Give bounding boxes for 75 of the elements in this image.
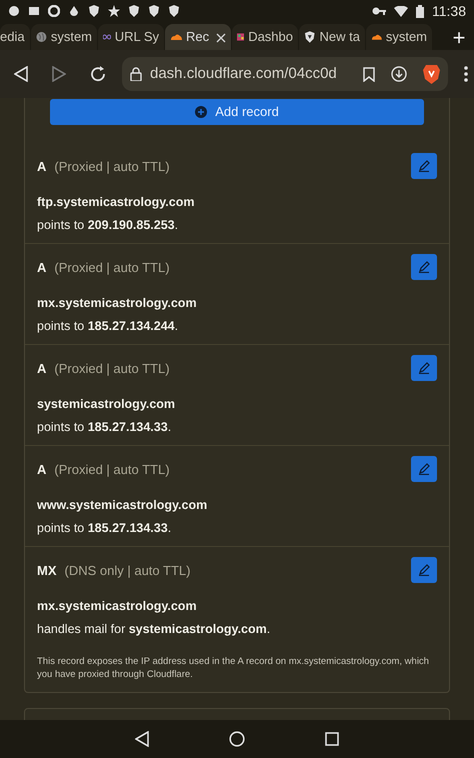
- edit-button[interactable]: [411, 153, 437, 179]
- address-field[interactable]: dash.cloudflare.com/04cc0d: [122, 57, 448, 91]
- browser-tab[interactable]: New ta: [299, 24, 365, 50]
- browser-tab[interactable]: edia: [0, 24, 30, 50]
- pencil-icon: [418, 160, 430, 172]
- status-time: 11:38: [432, 2, 466, 20]
- lock-icon: [130, 67, 142, 81]
- pencil-icon: [418, 261, 430, 273]
- record-type: MX: [37, 562, 56, 580]
- badge-icon: [168, 5, 180, 17]
- record-note: This record exposes the IP address used in the A record on mx.systemicastrology.com, which you have proxied through Cloudflare.: [37, 654, 430, 682]
- drop-icon: [68, 5, 80, 17]
- record-type: A: [37, 259, 46, 277]
- record-mode: (DNS only | auto TTL): [64, 562, 190, 580]
- record-host: mx.systemicastrology.com: [37, 598, 198, 615]
- badge-icon: [148, 5, 160, 17]
- browser-tab[interactable]: URL Sy: [98, 24, 164, 50]
- home-icon: [229, 731, 245, 747]
- record-detail: points to 185.27.134.244.: [37, 318, 180, 335]
- menu-button[interactable]: [464, 66, 468, 82]
- back-icon: [135, 731, 149, 747]
- plus-circle-icon: [195, 106, 208, 118]
- back-button[interactable]: [14, 66, 28, 82]
- record-host: ftp.systemicastrology.com: [37, 194, 196, 211]
- edit-button[interactable]: [411, 557, 437, 583]
- pencil-icon: [418, 463, 430, 475]
- record-mode: (Proxied | auto TTL): [54, 158, 170, 176]
- record-type: A: [37, 461, 46, 479]
- recents-button[interactable]: [325, 732, 339, 746]
- key-icon: [372, 6, 386, 16]
- record-type: A: [37, 360, 46, 378]
- browser-tab[interactable]: Dashbo: [232, 24, 298, 50]
- recents-icon: [325, 732, 339, 746]
- record-host: www.systemicastrology.com: [37, 497, 208, 514]
- edit-button[interactable]: [411, 456, 437, 482]
- star-icon: [108, 5, 120, 17]
- record-detail: points to 185.27.134.33.: [37, 418, 172, 436]
- badge-icon: [128, 5, 140, 17]
- new-tab-button[interactable]: +: [444, 24, 474, 50]
- dot-icon: [8, 5, 20, 17]
- record-detail: points to 185.27.134.33.: [37, 520, 172, 537]
- tile-icon: [237, 31, 244, 43]
- pencil-icon: [418, 564, 430, 576]
- forward-button[interactable]: [52, 66, 66, 82]
- record-mode: (Proxied | auto TTL): [54, 360, 170, 378]
- image-icon: [28, 5, 40, 17]
- record-host: systemicastrology.com: [37, 396, 176, 413]
- wifi-icon: [394, 6, 408, 16]
- back-icon: [14, 66, 28, 82]
- bookmark-icon[interactable]: [363, 66, 375, 82]
- home-button[interactable]: [229, 731, 245, 747]
- edit-button[interactable]: [411, 254, 437, 280]
- battery-icon: [416, 4, 424, 18]
- reload-icon: [90, 66, 106, 82]
- add-record-button[interactable]: Add record: [50, 99, 424, 125]
- record-mode: (Proxied | auto TTL): [54, 461, 170, 479]
- globe-icon: [36, 31, 47, 43]
- shield-icon: [304, 31, 316, 43]
- record-detail: points to 209.190.85.253.: [37, 216, 180, 234]
- pencil-icon: [418, 362, 430, 374]
- edit-button[interactable]: [411, 355, 437, 381]
- browser-tab[interactable]: system: [31, 24, 97, 50]
- reload-button[interactable]: [90, 66, 106, 82]
- browser-tab[interactable]: Rec: [165, 24, 231, 50]
- back-button[interactable]: [135, 731, 149, 747]
- download-icon[interactable]: [391, 66, 407, 82]
- menu-icon: [464, 66, 468, 82]
- close-icon[interactable]: [216, 32, 226, 43]
- record-host: mx.systemicastrology.com: [37, 295, 198, 312]
- browser-tab[interactable]: system: [366, 24, 432, 50]
- record-type: A: [37, 158, 46, 176]
- record-mode: (Proxied | auto TTL): [54, 259, 170, 277]
- shield-icon: [88, 5, 100, 17]
- forward-icon: [52, 66, 66, 82]
- record-detail: handles mail for systemicastrology.com.: [37, 620, 272, 638]
